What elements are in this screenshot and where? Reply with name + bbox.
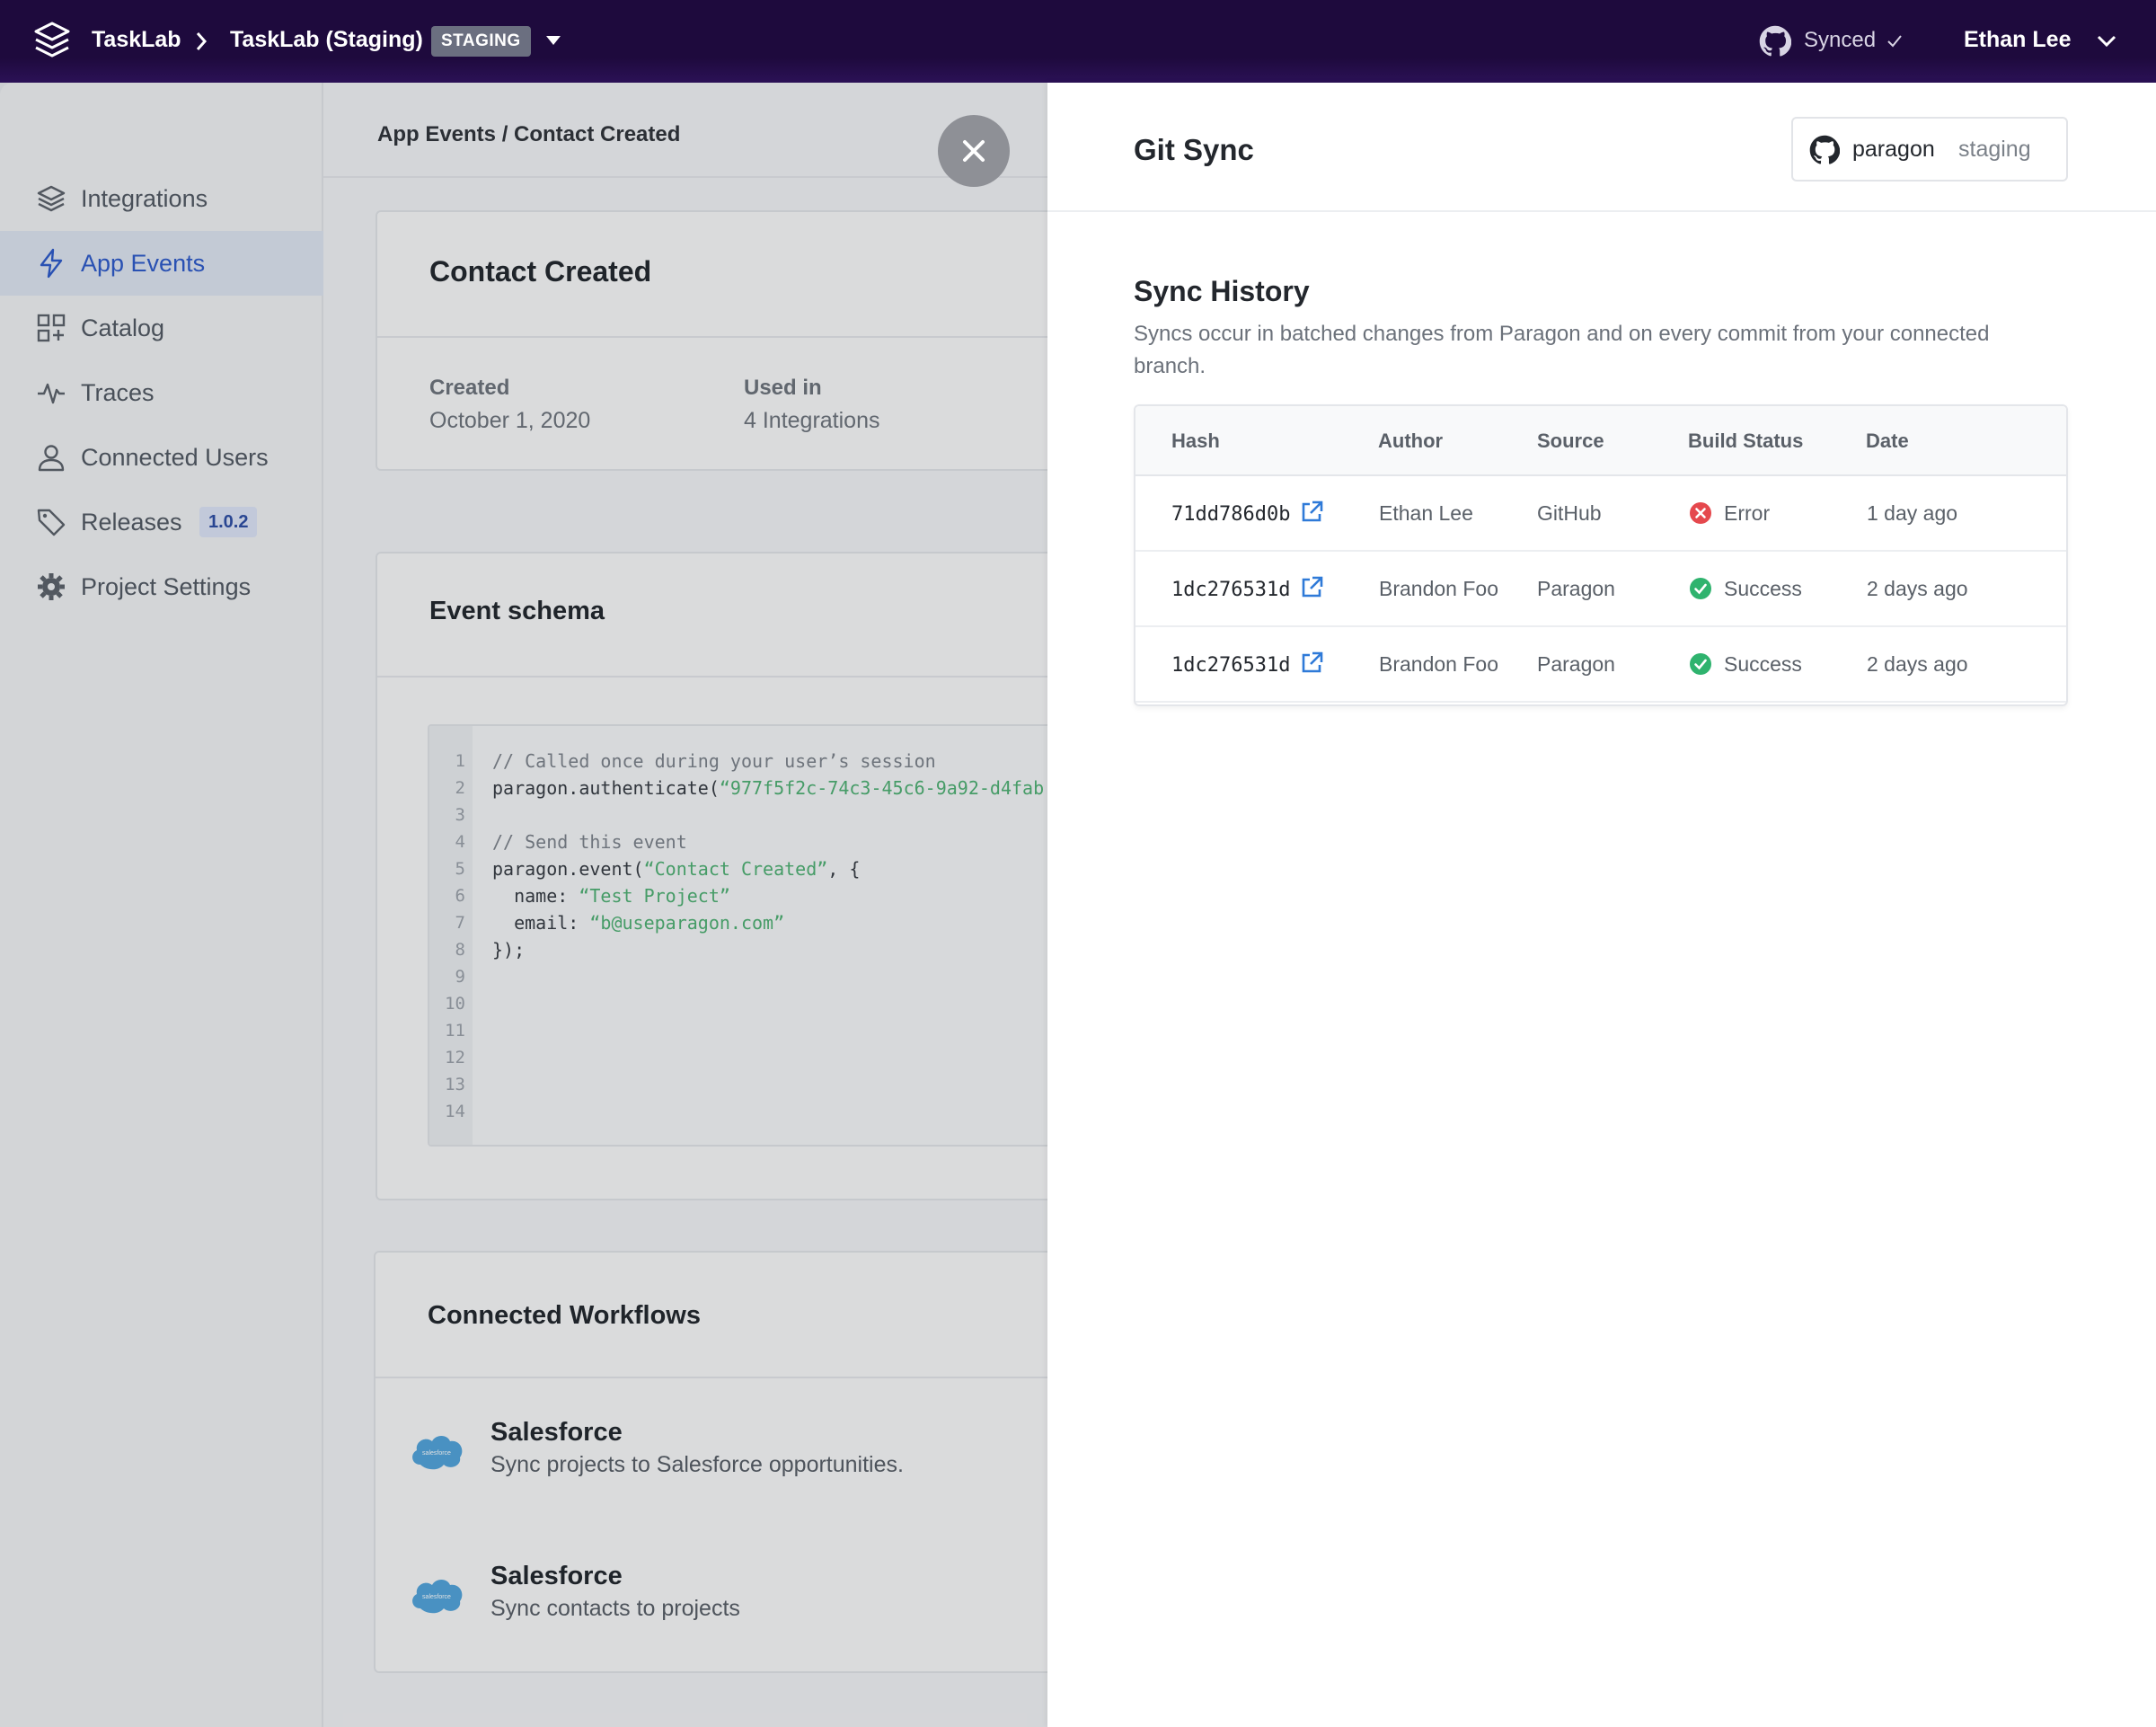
environment-badge: STAGING [431,26,531,57]
github-icon [1759,25,1791,57]
git-sync-drawer: Git Sync paragon staging Sync History Sy… [1047,83,2156,1727]
close-icon [963,140,985,162]
stack-logo-icon[interactable] [34,22,70,61]
app-name-link[interactable]: TaskLab [92,27,181,53]
top-bar: TaskLab TaskLab (Staging) STAGING Synced… [0,0,2156,83]
user-menu[interactable]: Ethan Lee [1964,27,2071,53]
source-cell: Paragon [1537,652,1615,676]
external-link-icon[interactable] [1299,575,1324,600]
author-cell: Brandon Foo [1379,577,1498,600]
drawer-title: Git Sync [1134,133,1254,166]
sync-history-description: Syncs occur in batched changes from Para… [1134,322,1990,378]
success-icon [1690,578,1711,599]
chevron-right-icon [196,32,208,50]
modal-backdrop[interactable] [0,83,1047,1727]
error-icon [1690,502,1711,524]
sync-history-title: Sync History [1134,275,1310,307]
chevron-down-icon[interactable] [2097,35,2116,48]
build-status-cell: Error [1724,501,1771,525]
repo-name: paragon [1852,137,1935,162]
sync-status[interactable]: Synced [1804,28,1876,53]
table-header: Hash Author Source Build Status Date [1135,406,2066,476]
table-row: 71dd786d0b Ethan Lee GitHub Error 1 day ago [1135,476,2066,552]
source-cell: GitHub [1537,501,1602,525]
external-link-icon[interactable] [1299,651,1324,676]
column-header-source: Source [1537,430,1604,452]
repo-branch-selector[interactable]: paragon staging [1791,117,2068,182]
source-cell: Paragon [1537,577,1615,600]
author-cell: Ethan Lee [1379,501,1473,525]
success-icon [1690,653,1711,675]
divider [1047,210,2156,212]
build-status-cell: Success [1724,652,1802,676]
close-drawer-button[interactable] [938,115,1010,187]
branch-name: staging [1958,137,2031,162]
commit-hash[interactable]: 1dc276531d [1171,654,1290,677]
project-name-link[interactable]: TaskLab (Staging) [230,27,423,53]
table-row: 1dc276531d Brandon Foo Paragon Success 2 day… [1135,552,2066,627]
build-status-cell: Success [1724,577,1802,600]
table-row: 1dc276531d Brandon Foo Paragon Success 2 day… [1135,627,2066,703]
date-cell: 1 day ago [1867,501,1958,525]
date-cell: 2 days ago [1867,577,1968,600]
column-header-author: Author [1378,430,1444,452]
caret-down-icon[interactable] [544,34,562,47]
author-cell: Brandon Foo [1379,652,1498,676]
commit-hash[interactable]: 71dd786d0b [1171,503,1290,526]
column-header-build-status: Build Status [1688,430,1804,452]
github-icon [1809,135,1840,164]
external-link-icon[interactable] [1299,500,1324,525]
check-icon [1887,35,1902,48]
column-header-date: Date [1866,430,1909,452]
column-header-hash: Hash [1171,430,1220,452]
sync-history-table: Hash Author Source Build Status Date 71d… [1134,404,2068,706]
date-cell: 2 days ago [1867,652,1968,676]
commit-hash[interactable]: 1dc276531d [1171,579,1290,601]
